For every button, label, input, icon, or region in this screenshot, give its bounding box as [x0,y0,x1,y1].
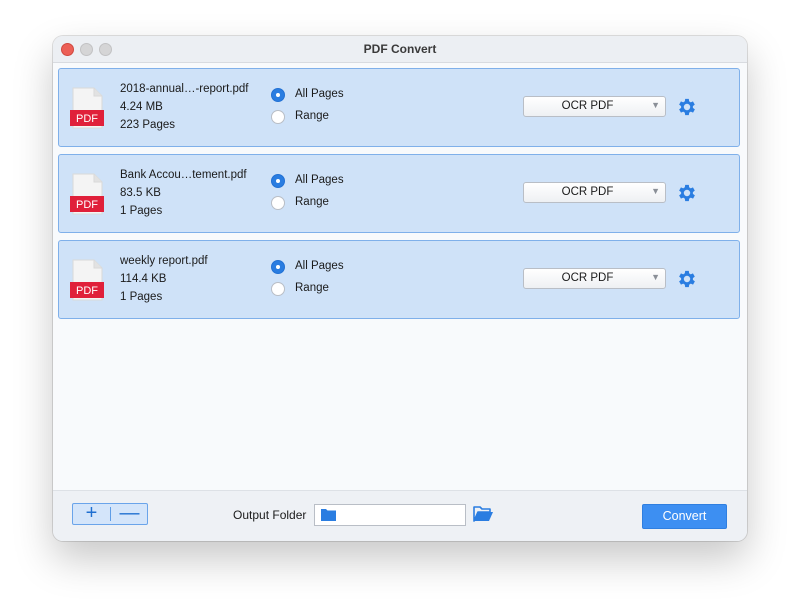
range-radio[interactable] [271,196,285,210]
file-name: 2018-annual…-report.pdf [120,83,249,95]
file-page-count: 1 Pages [120,291,163,303]
window-title: PDF Convert [363,42,437,56]
range-radio[interactable] [271,110,285,124]
file-page-count: 223 Pages [120,119,175,131]
range-label[interactable]: Range [295,282,329,294]
output-format-value: OCR PDF [561,100,614,112]
gear-icon[interactable] [676,96,698,118]
range-label[interactable]: Range [295,196,329,208]
output-format-select[interactable]: OCR PDF ▼ [523,268,666,289]
range-radio[interactable] [271,282,285,296]
remove-file-button[interactable]: — [111,503,148,524]
gear-icon[interactable] [676,268,698,290]
app-window: PDF Convert PDF 2018-annual…-report.pdf … [53,36,747,541]
add-file-button[interactable]: + [73,503,110,524]
bottom-toolbar: + — Output Folder Convert [53,490,747,541]
convert-button[interactable]: Convert [642,504,727,529]
file-list: PDF 2018-annual…-report.pdf 4.24 MB 223 … [53,63,747,491]
pdf-icon-label: PDF [76,199,98,211]
pdf-icon-label: PDF [76,285,98,297]
folder-icon [321,509,336,521]
all-pages-radio[interactable] [271,174,285,188]
all-pages-radio[interactable] [271,88,285,102]
output-folder-label: Output Folder [233,508,307,522]
pdf-file-icon: PDF [70,259,104,301]
file-row[interactable]: PDF Bank Accou…tement.pdf 83.5 KB 1 Page… [58,154,740,233]
output-format-select[interactable]: OCR PDF ▼ [523,182,666,203]
range-label[interactable]: Range [295,110,329,122]
file-name: Bank Accou…tement.pdf [120,169,247,181]
file-size: 114.4 KB [120,273,167,285]
output-folder-field[interactable] [314,504,466,526]
chevron-down-icon: ▼ [651,100,660,110]
file-size: 83.5 KB [120,187,161,199]
pdf-icon-label: PDF [76,113,98,125]
file-name: weekly report.pdf [120,255,208,267]
all-pages-label[interactable]: All Pages [295,260,344,272]
chevron-down-icon: ▼ [651,186,660,196]
file-row[interactable]: PDF 2018-annual…-report.pdf 4.24 MB 223 … [58,68,740,147]
chevron-down-icon: ▼ [651,272,660,282]
output-format-select[interactable]: OCR PDF ▼ [523,96,666,117]
file-size: 4.24 MB [120,101,163,113]
pdf-file-icon: PDF [70,173,104,215]
all-pages-radio[interactable] [271,260,285,274]
output-format-value: OCR PDF [561,272,614,284]
all-pages-label[interactable]: All Pages [295,174,344,186]
file-row[interactable]: PDF weekly report.pdf 114.4 KB 1 Pages A… [58,240,740,319]
open-folder-icon[interactable] [473,505,494,523]
gear-icon[interactable] [676,182,698,204]
output-format-value: OCR PDF [561,186,614,198]
file-page-count: 1 Pages [120,205,163,217]
title-bar: PDF Convert [53,36,747,63]
all-pages-label[interactable]: All Pages [295,88,344,100]
add-remove-control: + — [72,503,148,525]
pdf-file-icon: PDF [70,87,104,129]
